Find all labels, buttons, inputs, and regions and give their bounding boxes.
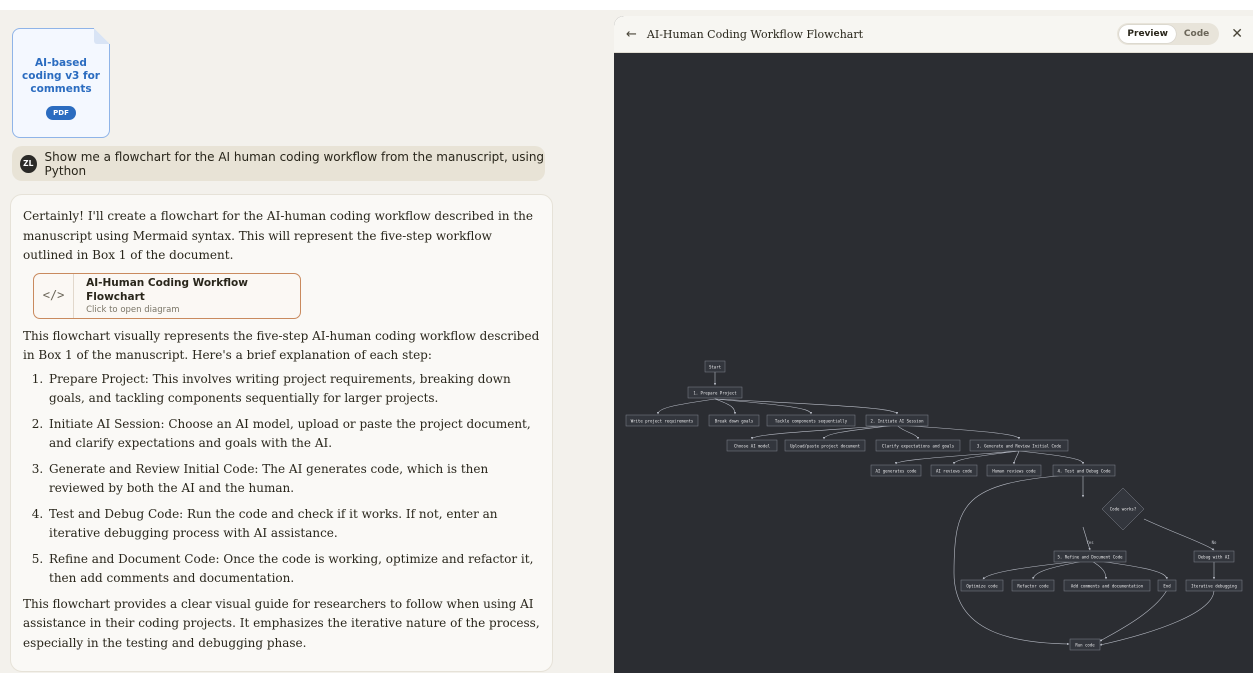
- list-item: Refine and Document Code: Once the code …: [47, 550, 540, 589]
- user-message: ZL Show me a flowchart for the AI human …: [12, 146, 545, 181]
- node-break-goals: Break down goals: [715, 419, 754, 424]
- node-initiate-session: 2. Initiate AI Session: [871, 419, 925, 424]
- node-human-reviews: Human reviews code: [992, 469, 1036, 474]
- node-ai-reviews: AI reviews code: [936, 469, 973, 474]
- edge-label-no: No: [1212, 540, 1217, 545]
- back-arrow-icon[interactable]: ←: [626, 27, 637, 42]
- list-item: Test and Debug Code: Run the code and ch…: [47, 505, 540, 544]
- pdf-attachment-card[interactable]: AI-based coding v3 for comments PDF: [12, 28, 110, 138]
- node-upload-document: Upload/paste project document: [790, 444, 860, 449]
- assistant-message: Certainly! I'll create a flowchart for t…: [10, 194, 553, 672]
- steps-list: Prepare Project: This involves writing p…: [23, 370, 540, 589]
- node-start: Start: [709, 365, 722, 370]
- assistant-conclusion: This flowchart provides a clear visual g…: [23, 596, 540, 650]
- node-choose-model: Choose AI model: [734, 444, 771, 449]
- node-clarify-expectations: Clarify expectations and goals: [882, 444, 955, 449]
- pdf-badge: PDF: [46, 106, 76, 120]
- node-prepare: 1. Prepare Project: [693, 391, 737, 396]
- list-item: Generate and Review Initial Code: The AI…: [47, 460, 540, 499]
- page-fold-icon: [94, 28, 110, 44]
- node-debug-with-ai: Debug with AI: [1198, 555, 1230, 560]
- node-refine-document: 5. Refine and Document Code: [1057, 555, 1123, 560]
- artifact-card[interactable]: </> AI-Human Coding Workflow Flowchart C…: [33, 272, 301, 319]
- node-ai-generates: AI generates code: [876, 469, 918, 474]
- assistant-intro: Certainly! I'll create a flowchart for t…: [23, 209, 533, 262]
- list-item: Initiate AI Session: Choose an AI model,…: [47, 415, 540, 454]
- artifact-panel: ← AI-Human Coding Workflow Flowchart Pre…: [614, 16, 1253, 673]
- artifact-title: AI-Human Coding Workflow Flowchart: [86, 276, 248, 303]
- artifact-subtitle: Click to open diagram: [86, 304, 180, 315]
- list-item: Prepare Project: This involves writing p…: [47, 370, 540, 409]
- node-code-works: Code works?: [1110, 507, 1137, 512]
- close-icon[interactable]: ✕: [1231, 26, 1243, 42]
- node-add-comments: Add comments and documentation: [1071, 584, 1144, 589]
- node-test-debug: 4. Test and Debug Code: [1058, 469, 1112, 474]
- user-message-text: Show me a flowchart for the AI human cod…: [44, 149, 545, 178]
- node-end: End: [1163, 584, 1171, 589]
- flowchart-svg: Start 1. Prepare Project Write project r…: [625, 360, 1243, 651]
- panel-header: ← AI-Human Coding Workflow Flowchart Pre…: [614, 16, 1253, 53]
- node-refactor: Refactor code: [1017, 584, 1049, 589]
- node-generate-review: 3. Generate and Review Initial Code: [977, 444, 1062, 449]
- tab-preview[interactable]: Preview: [1119, 25, 1176, 43]
- top-strip: [0, 0, 1253, 10]
- node-run-code: Run code: [1075, 643, 1095, 648]
- view-toggle: Preview Code: [1117, 23, 1220, 45]
- avatar: ZL: [20, 154, 37, 173]
- node-tackle-components: Tackle components sequentially: [775, 419, 848, 424]
- panel-title: AI-Human Coding Workflow Flowchart: [646, 27, 864, 41]
- node-iterative-debugging: Iterative debugging: [1191, 584, 1237, 589]
- tab-code[interactable]: Code: [1176, 25, 1217, 43]
- edge-label-yes: Yes: [1086, 540, 1094, 545]
- code-icon: </>: [34, 273, 75, 318]
- node-write-requirements: Write project requirements: [631, 419, 694, 424]
- flowchart-diagram: Start 1. Prepare Project Write project r…: [614, 53, 1253, 673]
- node-optimize: Optimize code: [966, 584, 998, 589]
- attachment-title: AI-based coding v3 for comments: [22, 57, 100, 95]
- assistant-explanation: This flowchart visually represents the f…: [23, 328, 540, 363]
